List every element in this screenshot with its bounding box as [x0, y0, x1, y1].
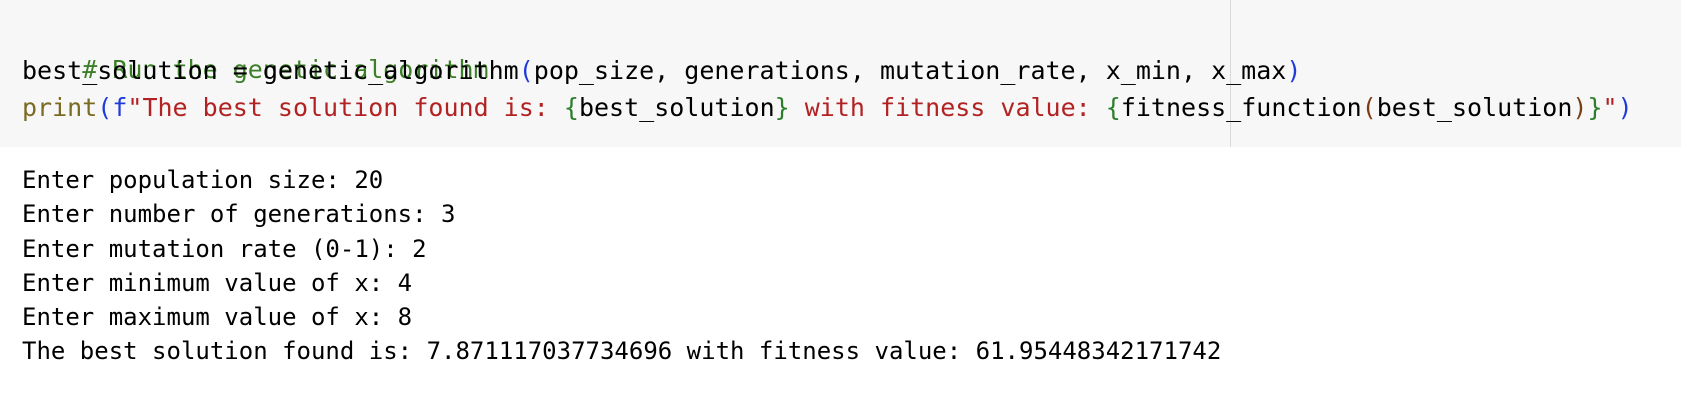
code-line-assignment: best_solution = genetic_algorithm(pop_si… [22, 53, 1301, 89]
brace-open-2: { [1105, 93, 1121, 122]
string-end-quote: " [1602, 93, 1618, 122]
expr-inner-arg: best_solution [1376, 93, 1573, 122]
call-arguments: pop_size, generations, mutation_rate, x_… [533, 56, 1287, 85]
brace-close-2: } [1587, 93, 1603, 122]
output-line: Enter minimum value of x: 4 [22, 269, 413, 297]
code-line-print: print(f"The best solution found is: {bes… [22, 90, 1633, 126]
expr-fitness-function: fitness_function [1120, 93, 1362, 122]
expr-best-solution: best_solution [578, 93, 775, 122]
output-line: Enter number of generations: 3 [22, 200, 456, 228]
output-line: Enter population size: 20 [22, 166, 384, 194]
fstring-prefix: f [112, 93, 128, 122]
close-paren: ) [1286, 56, 1302, 85]
code-line-comment: # Run the genetic algorithm [22, 16, 488, 84]
output-result-line: The best solution found is: 7.8711170377… [22, 337, 1222, 365]
brace-close-1: } [774, 93, 790, 122]
inner-close-paren: ) [1572, 93, 1588, 122]
inner-open-paren: ( [1361, 93, 1377, 122]
cell-output: Enter population size: 20 Enter number o… [0, 147, 1681, 409]
output-line: Enter maximum value of x: 8 [22, 303, 413, 331]
brace-open-1: { [563, 93, 579, 122]
string-part-1: "The best solution found is: [127, 93, 564, 122]
open-paren: ( [518, 56, 534, 85]
code-cell[interactable]: # Run the genetic algorithm best_solutio… [0, 0, 1681, 147]
output-line: Enter mutation rate (0-1): 2 [22, 235, 427, 263]
print-open-paren: ( [97, 93, 113, 122]
print-close-paren: ) [1617, 93, 1633, 122]
print-builtin: print [22, 93, 98, 122]
assignment-prefix: best_solution = genetic_algorithm [22, 56, 519, 85]
string-part-2: with fitness value: [789, 93, 1106, 122]
